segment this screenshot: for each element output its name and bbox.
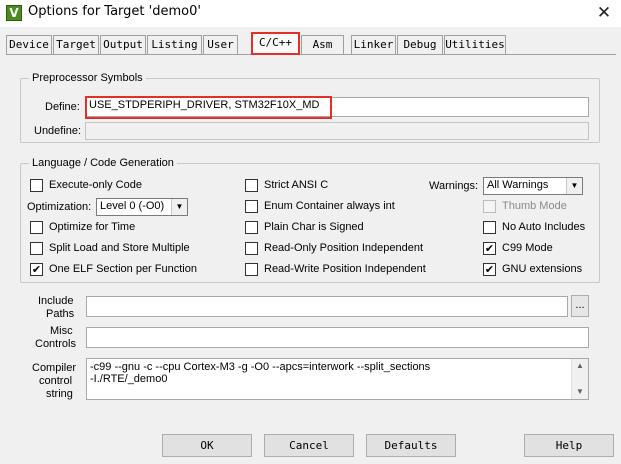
one-elf-label: One ELF Section per Function [49,263,197,275]
defaults-button[interactable]: Defaults [366,434,456,457]
rw-pi-label: Read-Write Position Independent [264,263,426,275]
one-elf-checkbox[interactable]: ✔ [30,263,43,276]
tab-linker[interactable]: Linker [351,35,396,54]
define-label: Define: [45,101,80,113]
tab-c-cpp[interactable]: C/C++ [251,32,300,55]
tab-user[interactable]: User [203,35,238,54]
compiler-control-string[interactable]: -c99 --gnu -c --cpu Cortex-M3 -g -O0 --a… [86,358,589,400]
help-button[interactable]: Help [524,434,614,457]
include-paths-field[interactable] [86,296,568,317]
plain-char-label: Plain Char is Signed [264,221,364,233]
no-auto-includes-checkbox[interactable] [483,221,496,234]
c99-mode-label: C99 Mode [502,242,553,254]
tab-listing[interactable]: Listing [147,35,202,54]
title-bar: V Options for Target 'demo0' ✕ [0,0,621,27]
language-group-title: Language / Code Generation [29,157,177,169]
no-auto-includes-label: No Auto Includes [502,221,586,233]
chevron-down-icon: ▼ [566,178,582,194]
rw-pi-checkbox[interactable] [245,263,258,276]
keil-app-icon: V [6,5,22,21]
compiler-control-line-1: -c99 --gnu -c --cpu Cortex-M3 -g -O0 --a… [90,361,431,373]
warnings-value: All Warnings [487,179,549,191]
compiler-control-label-2: control [39,375,73,387]
preprocessor-group: Preprocessor Symbols Define: USE_STDPERI… [20,72,600,143]
include-paths-browse-button[interactable]: ... [571,295,589,317]
optimize-time-checkbox[interactable] [30,221,43,234]
thumb-mode-label: Thumb Mode [502,200,567,212]
tab-target[interactable]: Target [53,35,99,54]
thumb-mode-checkbox[interactable] [483,200,496,213]
gnu-extensions-label: GNU extensions [502,263,583,275]
tab-divider [6,54,616,55]
include-paths-label-2: Paths [46,308,75,320]
optimization-label: Optimization: [27,201,92,213]
close-icon[interactable]: ✕ [593,2,615,24]
dialog-client: Device Target Output Listing User C/C++ … [0,27,621,464]
tab-debug[interactable]: Debug [397,35,443,54]
gnu-extensions-checkbox[interactable]: ✔ [483,263,496,276]
window-title: Options for Target 'demo0' [28,4,201,19]
execute-only-label: Execute-only Code [49,179,142,191]
undefine-label: Undefine: [34,125,82,137]
tab-device[interactable]: Device [6,35,52,54]
warnings-select[interactable]: All Warnings ▼ [483,177,583,195]
language-group: Language / Code Generation Execute-only … [20,157,600,283]
ok-button[interactable]: OK [162,434,252,457]
execute-only-checkbox[interactable] [30,179,43,192]
include-paths-label-1: Include [38,295,74,307]
compiler-control-scrollbar[interactable]: ▲ ▼ [571,359,588,399]
enum-container-label: Enum Container always int [264,200,395,212]
compiler-control-line-2: -I./RTE/_demo0 [90,373,168,385]
enum-container-checkbox[interactable] [245,200,258,213]
compiler-control-label-1: Compiler [32,362,77,374]
strict-ansi-label: Strict ANSI C [264,179,329,191]
c99-mode-checkbox[interactable]: ✔ [483,242,496,255]
warnings-label: Warnings: [429,180,479,192]
tab-utilities[interactable]: Utilities [444,35,506,54]
misc-controls-label-1: Misc [50,325,73,337]
optimization-select[interactable]: Level 0 (-O0) ▼ [96,198,188,216]
tab-asm[interactable]: Asm [301,35,344,54]
preprocessor-group-title: Preprocessor Symbols [29,72,146,84]
split-load-checkbox[interactable] [30,242,43,255]
misc-controls-field[interactable] [86,327,589,348]
undefine-field[interactable] [85,122,589,140]
split-load-label: Split Load and Store Multiple [49,242,190,254]
optimization-value: Level 0 (-O0) [100,200,165,212]
define-highlight-box [85,96,332,119]
compiler-control-label-3: string [46,388,73,400]
plain-char-checkbox[interactable] [245,221,258,234]
scroll-down-icon[interactable]: ▼ [572,386,588,398]
misc-controls-label-2: Controls [35,338,76,350]
ro-pi-label: Read-Only Position Independent [264,242,423,254]
tab-output[interactable]: Output [100,35,146,54]
strict-ansi-checkbox[interactable] [245,179,258,192]
optimize-time-label: Optimize for Time [49,221,136,233]
ro-pi-checkbox[interactable] [245,242,258,255]
cancel-button[interactable]: Cancel [264,434,354,457]
scroll-up-icon[interactable]: ▲ [572,360,588,372]
chevron-down-icon: ▼ [171,199,187,215]
